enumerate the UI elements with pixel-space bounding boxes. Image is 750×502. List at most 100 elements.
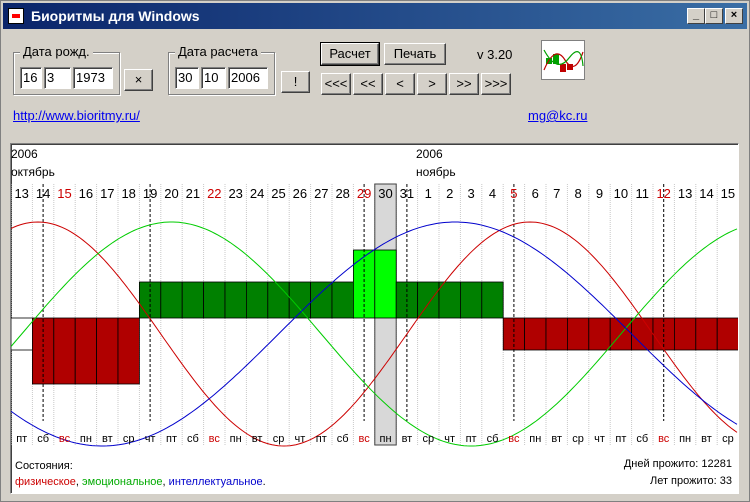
weekday-label: пн bbox=[379, 433, 391, 445]
weekday-label: пт bbox=[316, 433, 327, 445]
state-bar bbox=[53, 317, 76, 385]
weekday-label: пт bbox=[16, 433, 27, 445]
state-bar bbox=[331, 281, 354, 319]
birth-date-label: Дата рожд. bbox=[20, 44, 93, 59]
day-number: 27 bbox=[314, 186, 328, 201]
legend-intellectual: интеллектуальное bbox=[168, 476, 263, 488]
year-label-right: 2006 bbox=[416, 147, 443, 161]
birth-day-field[interactable]: 16 bbox=[20, 67, 42, 89]
today-button[interactable]: ! bbox=[281, 71, 310, 93]
day-number: 23 bbox=[228, 186, 242, 201]
day-number: 3 bbox=[467, 186, 474, 201]
month-label-right: ноябрь bbox=[416, 165, 456, 179]
state-bar bbox=[267, 281, 290, 319]
weekday-label: пн bbox=[80, 433, 92, 445]
states-legend: физическое, эмоциональное, интеллектуаль… bbox=[15, 476, 266, 488]
weekday-label: вт bbox=[252, 433, 263, 445]
states-label: Состояния: bbox=[15, 460, 73, 472]
website-link[interactable]: http://www.bioritmy.ru/ bbox=[13, 108, 140, 123]
day-number: 15 bbox=[721, 186, 735, 201]
calc-date-label: Дата расчета bbox=[175, 44, 261, 59]
weekday-label: вт bbox=[551, 433, 562, 445]
nav-back-more-button[interactable]: << bbox=[353, 73, 383, 95]
day-number: 10 bbox=[614, 186, 628, 201]
calc-day-field[interactable]: 30 bbox=[175, 67, 199, 89]
state-bar bbox=[160, 281, 183, 319]
day-number: 30 bbox=[378, 186, 392, 201]
nav-back-far-button[interactable]: <<< bbox=[321, 73, 351, 95]
nav-forward-button[interactable]: > bbox=[417, 73, 447, 95]
weekday-label: вс bbox=[508, 433, 520, 445]
weekday-label: сб bbox=[487, 433, 499, 445]
day-number: 26 bbox=[293, 186, 307, 201]
email-link[interactable]: mg@kc.ru bbox=[528, 108, 587, 123]
day-number: 19 bbox=[143, 186, 157, 201]
weekday-label: ср bbox=[572, 433, 584, 445]
calculate-button[interactable]: Расчет bbox=[320, 42, 380, 66]
day-number: 15 bbox=[57, 186, 71, 201]
day-number: 11 bbox=[636, 186, 650, 201]
maximize-button[interactable]: □ bbox=[705, 8, 723, 24]
weekday-label: вс bbox=[658, 433, 670, 445]
birth-month-field[interactable]: 3 bbox=[44, 67, 71, 89]
calc-year-field[interactable]: 2006 bbox=[228, 67, 268, 89]
state-bar bbox=[459, 281, 483, 319]
nav-back-button[interactable]: < bbox=[385, 73, 415, 95]
day-number: 8 bbox=[574, 186, 581, 201]
weekday-label: сб bbox=[337, 433, 349, 445]
state-bar bbox=[524, 317, 547, 351]
years-lived: Лет прожито: 33 bbox=[649, 475, 732, 487]
nav-forward-more-button[interactable]: >> bbox=[449, 73, 479, 95]
weekday-label: пт bbox=[615, 433, 626, 445]
weekday-label: пн bbox=[529, 433, 541, 445]
biorhythm-chart: 2006октябрь2006ноябрь13 14 15 16 17 18 19 20 21 2… bbox=[11, 147, 738, 447]
days-lived: Дней прожито: 12281 bbox=[623, 458, 732, 470]
day-number: 18 bbox=[121, 186, 135, 201]
day-number: 16 bbox=[79, 186, 93, 201]
state-bar bbox=[695, 317, 718, 351]
weekday-label: чт bbox=[594, 433, 605, 445]
legend-emotional: эмоциональное bbox=[82, 476, 163, 488]
state-bar bbox=[374, 249, 397, 319]
state-bar bbox=[545, 317, 568, 351]
weekday-label: вс bbox=[358, 433, 370, 445]
day-number: 14 bbox=[699, 186, 713, 201]
close-button[interactable]: × bbox=[725, 8, 743, 24]
clear-birth-button[interactable]: × bbox=[124, 69, 153, 91]
biorhythm-chart-panel: 2006 октябрь 2006 ноябрь 13 14 15 16 17 18 19 20 21 2… bbox=[10, 143, 739, 494]
calc-month-field[interactable]: 10 bbox=[201, 67, 226, 89]
day-number: 22 bbox=[207, 186, 221, 201]
window-title: Биоритмы для Windows bbox=[31, 8, 200, 24]
day-number: 24 bbox=[250, 186, 264, 201]
state-bar bbox=[181, 281, 204, 319]
day-number: 20 bbox=[164, 186, 178, 201]
weekday-label: чт bbox=[295, 433, 306, 445]
month-label-left: октябрь bbox=[11, 165, 55, 179]
weekday-label: сб bbox=[636, 433, 648, 445]
weekday-label: пт bbox=[166, 433, 177, 445]
weekday-label: вт bbox=[402, 433, 413, 445]
state-bar bbox=[203, 281, 226, 319]
birth-year-field[interactable]: 1973 bbox=[73, 67, 113, 89]
nav-forward-far-button[interactable]: >>> bbox=[481, 73, 511, 95]
day-number: 21 bbox=[186, 186, 200, 201]
weekday-label: ср bbox=[722, 433, 734, 445]
biorhythm-logo-icon bbox=[541, 40, 585, 80]
weekday-label: вт bbox=[701, 433, 712, 445]
title-bar: Биоритмы для Windows _ □ × bbox=[3, 3, 747, 29]
state-bar bbox=[96, 317, 119, 385]
year-label-left: 2006 bbox=[11, 147, 38, 161]
day-number: 13 bbox=[678, 186, 692, 201]
legend-physical: физическое bbox=[15, 476, 76, 488]
app-icon bbox=[8, 8, 24, 24]
state-bar bbox=[588, 317, 611, 351]
day-number: 1 bbox=[425, 186, 432, 201]
day-number: 13 bbox=[14, 186, 28, 201]
version-label: v 3.20 bbox=[477, 47, 513, 62]
state-bar bbox=[74, 317, 97, 385]
weekday-label: вт bbox=[102, 433, 113, 445]
minimize-button[interactable]: _ bbox=[687, 8, 705, 24]
day-number: 28 bbox=[335, 186, 349, 201]
weekday-label: ср bbox=[123, 433, 135, 445]
print-button[interactable]: Печать bbox=[384, 43, 446, 65]
